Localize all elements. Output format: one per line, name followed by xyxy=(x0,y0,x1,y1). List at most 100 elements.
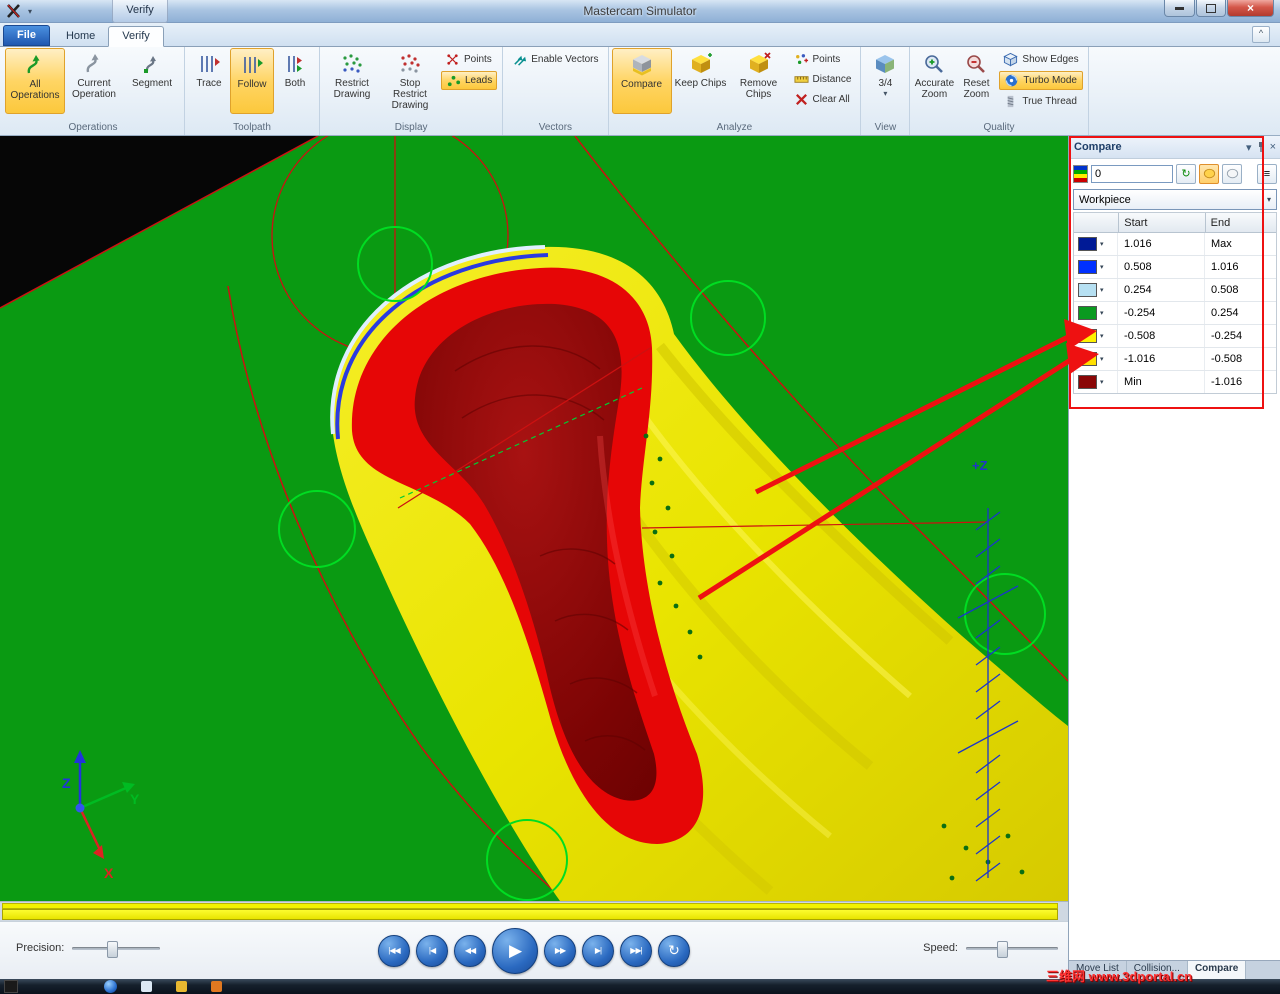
axis-z-label: Z xyxy=(62,775,71,791)
table-row[interactable]: ▾ -1.016 -0.508 xyxy=(1074,348,1276,371)
rewind-button[interactable]: ◀◀ xyxy=(454,934,486,967)
reset-zoom-button[interactable]: Reset Zoom xyxy=(955,48,997,112)
analyze-points-button[interactable]: Points xyxy=(790,51,856,68)
taskbar-app2-icon[interactable] xyxy=(211,981,222,992)
end-value: Max xyxy=(1210,238,1232,250)
show-edges-icon xyxy=(1003,52,1019,67)
current-operation-button[interactable]: Current Operation xyxy=(65,48,123,112)
pin-icon[interactable] xyxy=(1257,141,1265,153)
restore-button[interactable] xyxy=(1196,0,1226,17)
taskbar-folder-icon[interactable] xyxy=(176,981,187,992)
color-swatch[interactable] xyxy=(1078,237,1097,251)
swatch-dropdown-icon[interactable]: ▾ xyxy=(1100,378,1104,386)
all-operations-button[interactable]: All Operations xyxy=(5,48,65,114)
simulation-timeline[interactable] xyxy=(0,901,1068,921)
swatch-dropdown-icon[interactable]: ▾ xyxy=(1100,355,1104,363)
taskbar-app-icon[interactable] xyxy=(4,980,18,993)
column-header-start[interactable]: Start xyxy=(1119,213,1206,233)
ribbon-group-display: Restrict Drawing Stop Restrict Drawing P… xyxy=(320,47,504,135)
table-row[interactable]: ▾ 0.254 0.508 xyxy=(1074,279,1276,302)
true-thread-button[interactable]: True Thread xyxy=(999,93,1082,110)
taskbar-browser-icon[interactable] xyxy=(141,981,152,992)
tab-verify[interactable]: Verify xyxy=(108,26,164,47)
clear-all-button[interactable]: Clear All xyxy=(790,91,856,108)
tab-home[interactable]: Home xyxy=(53,27,108,46)
panel-menu-icon[interactable]: ▾ xyxy=(1246,141,1252,154)
start-orb-icon[interactable] xyxy=(104,980,117,993)
compare-button[interactable]: Compare xyxy=(611,48,672,114)
table-row[interactable]: ▾ 1.016 Max xyxy=(1074,233,1276,256)
tab-file[interactable]: File xyxy=(3,25,50,46)
step-back-button[interactable]: |◀ xyxy=(416,934,448,967)
table-row[interactable]: ▾ Min -1.016 xyxy=(1074,371,1276,393)
swatch-dropdown-icon[interactable]: ▾ xyxy=(1100,332,1104,340)
keep-chips-button[interactable]: Keep Chips xyxy=(672,48,730,112)
compare-source-value: Workpiece xyxy=(1079,193,1131,206)
viewport-3d[interactable]: +Z Z Y X xyxy=(0,136,1068,901)
column-header-color[interactable] xyxy=(1074,213,1120,233)
color-swatch[interactable] xyxy=(1078,260,1097,274)
close-button[interactable]: × xyxy=(1227,0,1274,17)
reset-zoom-icon xyxy=(964,51,988,77)
enable-vectors-button[interactable]: Enable Vectors xyxy=(508,51,602,68)
turbo-mode-button[interactable]: Turbo Mode xyxy=(999,71,1083,90)
color-swatch[interactable] xyxy=(1078,352,1097,366)
precision-slider-thumb[interactable] xyxy=(107,940,119,958)
remove-chips-button[interactable]: Remove Chips xyxy=(730,48,788,112)
color-swatch[interactable] xyxy=(1078,375,1097,389)
ribbon-group-label-toolpath: Toolpath xyxy=(233,122,271,133)
step-forward-button[interactable]: ▶| xyxy=(582,934,614,967)
restrict-drawing-button[interactable]: Restrict Drawing xyxy=(323,48,381,112)
play-button[interactable]: ▶ xyxy=(492,927,538,974)
swatch-dropdown-icon[interactable]: ▾ xyxy=(1100,240,1104,248)
timeline-progress-bar[interactable] xyxy=(2,909,1058,920)
table-row[interactable]: ▾ -0.254 0.254 xyxy=(1074,302,1276,325)
compare-source-dropdown[interactable]: Workpiece ▾ xyxy=(1073,189,1277,210)
minimize-button[interactable] xyxy=(1164,0,1195,17)
precision-slider[interactable] xyxy=(72,940,161,958)
view-34-button[interactable]: 3/4 ▾ xyxy=(864,48,906,112)
view-dropdown-icon[interactable]: ▾ xyxy=(883,89,887,99)
ribbon-collapse-button[interactable]: ^ xyxy=(1252,26,1270,43)
column-header-end[interactable]: End xyxy=(1205,213,1277,233)
speed-label: Speed: xyxy=(923,942,958,954)
skip-to-start-button[interactable]: |◀◀ xyxy=(378,934,410,967)
speed-slider-thumb[interactable] xyxy=(997,940,1009,958)
color-swatch[interactable] xyxy=(1078,329,1097,343)
table-row[interactable]: ▾ 0.508 1.016 xyxy=(1074,256,1276,279)
panel-close-icon[interactable]: × xyxy=(1270,141,1276,153)
color-swatch[interactable] xyxy=(1078,283,1097,297)
view-34-label: 3/4 xyxy=(878,78,893,89)
refresh-compare-button[interactable]: ↻ xyxy=(1176,163,1196,184)
display-points-button[interactable]: Points xyxy=(441,51,497,68)
show-edges-button[interactable]: Show Edges xyxy=(999,51,1082,68)
swatch-dropdown-icon[interactable]: ▾ xyxy=(1100,263,1104,271)
leads-button[interactable]: Leads xyxy=(441,71,498,90)
app-window: ▾ Verify Mastercam Simulator × File Home… xyxy=(0,0,1280,994)
solid-display-toggle[interactable] xyxy=(1222,163,1242,184)
both-button[interactable]: Both xyxy=(274,48,316,112)
accurate-zoom-button[interactable]: Accurate Zoom xyxy=(913,48,955,112)
report-list-button[interactable]: ≡ xyxy=(1257,163,1277,184)
color-swatch[interactable] xyxy=(1078,306,1097,320)
ribbon-group-operations: All Operations Current Operation Segment… xyxy=(2,47,185,135)
translucent-display-toggle[interactable] xyxy=(1199,163,1219,184)
segment-button[interactable]: Segment xyxy=(123,48,181,112)
trace-button[interactable]: Trace xyxy=(188,48,230,112)
swatch-dropdown-icon[interactable]: ▾ xyxy=(1100,286,1104,294)
loop-button[interactable]: ↻ xyxy=(658,934,690,967)
table-row[interactable]: ▾ -0.508 -0.254 xyxy=(1074,325,1276,348)
fast-forward-button[interactable]: ▶▶ xyxy=(544,934,576,967)
speed-slider[interactable] xyxy=(966,940,1058,958)
swatch-dropdown-icon[interactable]: ▾ xyxy=(1100,309,1104,317)
skip-to-end-button[interactable]: ▶▶| xyxy=(620,934,652,967)
remove-chips-label: Remove Chips xyxy=(739,78,778,101)
distance-button[interactable]: Distance xyxy=(790,71,856,88)
ribbon-group-analyze: Compare Keep Chips Remove Chips Points D… xyxy=(609,47,862,135)
dropdown-arrow-icon: ▾ xyxy=(1266,195,1271,204)
follow-button[interactable]: Follow xyxy=(230,48,274,114)
stop-restrict-drawing-button[interactable]: Stop Restrict Drawing xyxy=(381,48,439,113)
tolerance-input[interactable] xyxy=(1091,164,1173,183)
display-points-icon xyxy=(445,52,460,67)
tab-compare[interactable]: Compare xyxy=(1187,961,1247,979)
